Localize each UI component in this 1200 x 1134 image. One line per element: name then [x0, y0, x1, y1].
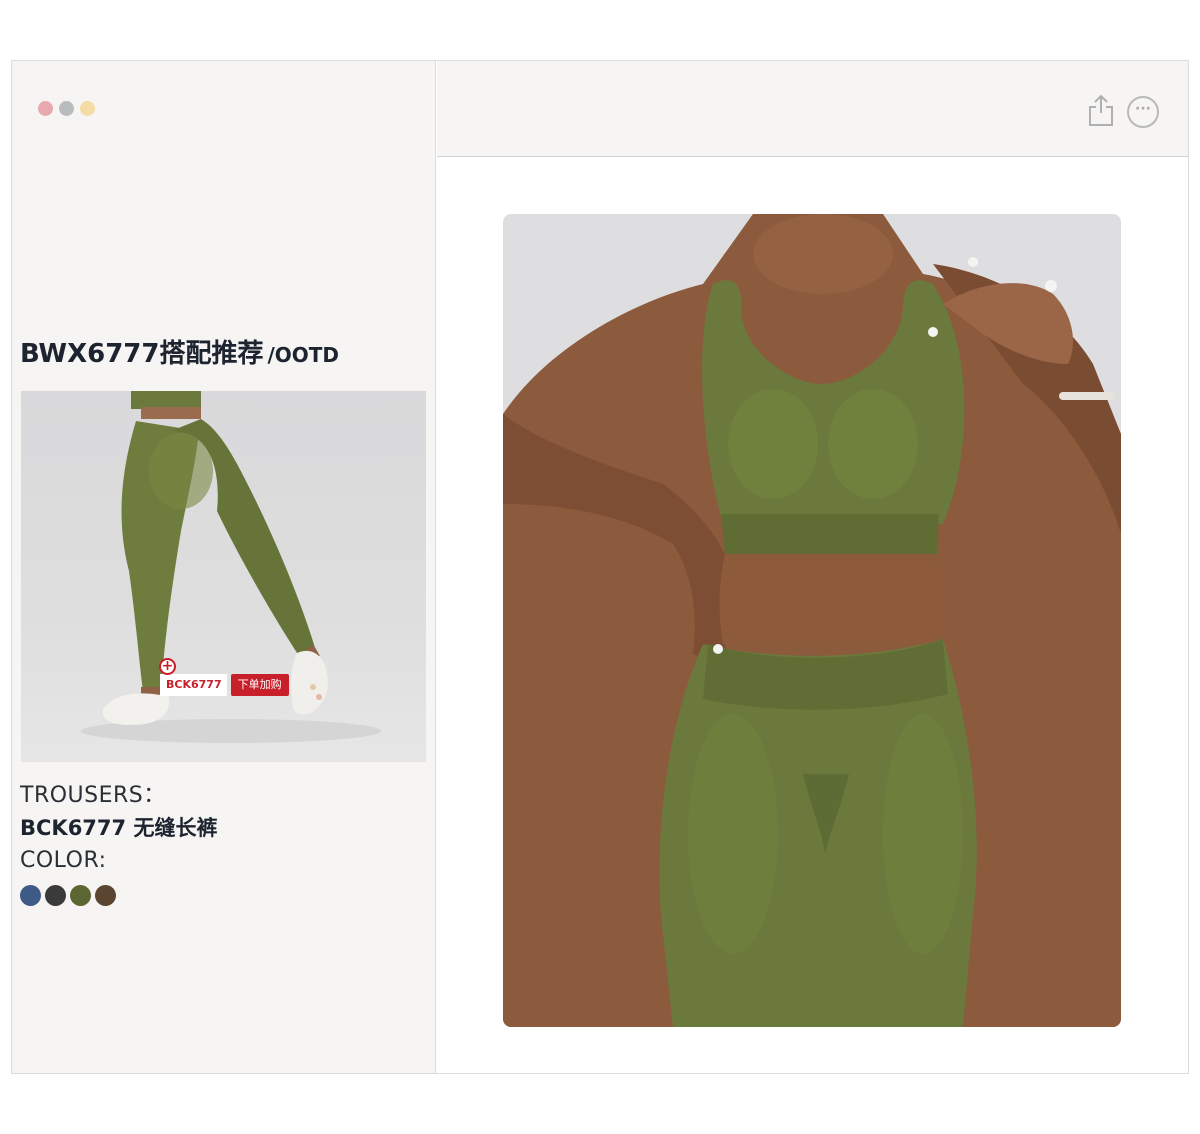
product-thumbnail[interactable]: + BCK6777 下单加购 — [21, 391, 426, 762]
product-tag[interactable]: + BCK6777 下单加购 — [159, 658, 289, 697]
share-icon[interactable] — [1087, 93, 1115, 127]
top-toolbar: ··· — [437, 61, 1188, 157]
minimize-dot[interactable] — [59, 101, 74, 116]
close-dot[interactable] — [38, 101, 53, 116]
hero-image[interactable] — [503, 214, 1121, 1027]
title-main: BWX6777搭配推荐 — [20, 339, 264, 369]
color-swatches — [20, 885, 116, 906]
leggings-photo — [81, 391, 381, 743]
app-window: BWX6777搭配推荐/OOTD + BCK6777 下单加购 TROUSERS… — [11, 60, 1189, 1074]
add-to-cart-button[interactable]: 下单加购 — [230, 674, 289, 696]
product-photo — [503, 214, 1121, 1027]
title-sub: /OOTD — [267, 343, 340, 367]
page-title: BWX6777搭配推荐/OOTD — [20, 333, 339, 370]
more-icon[interactable]: ··· — [1127, 96, 1159, 128]
maximize-dot[interactable] — [80, 101, 95, 116]
plus-icon[interactable]: + — [159, 658, 176, 675]
color-swatch[interactable] — [45, 885, 66, 906]
product-tag-code: BCK6777 — [160, 674, 227, 696]
color-swatch[interactable] — [95, 885, 116, 906]
color-swatch[interactable] — [70, 885, 91, 906]
sidebar: BWX6777搭配推荐/OOTD + BCK6777 下单加购 TROUSERS… — [12, 61, 436, 1073]
trousers-name: BCK6777 无缝长裤 — [20, 816, 218, 840]
color-swatch[interactable] — [20, 885, 41, 906]
window-controls — [38, 101, 95, 116]
trousers-label: TROUSERS： — [20, 783, 166, 808]
color-label: COLOR: — [20, 848, 107, 873]
